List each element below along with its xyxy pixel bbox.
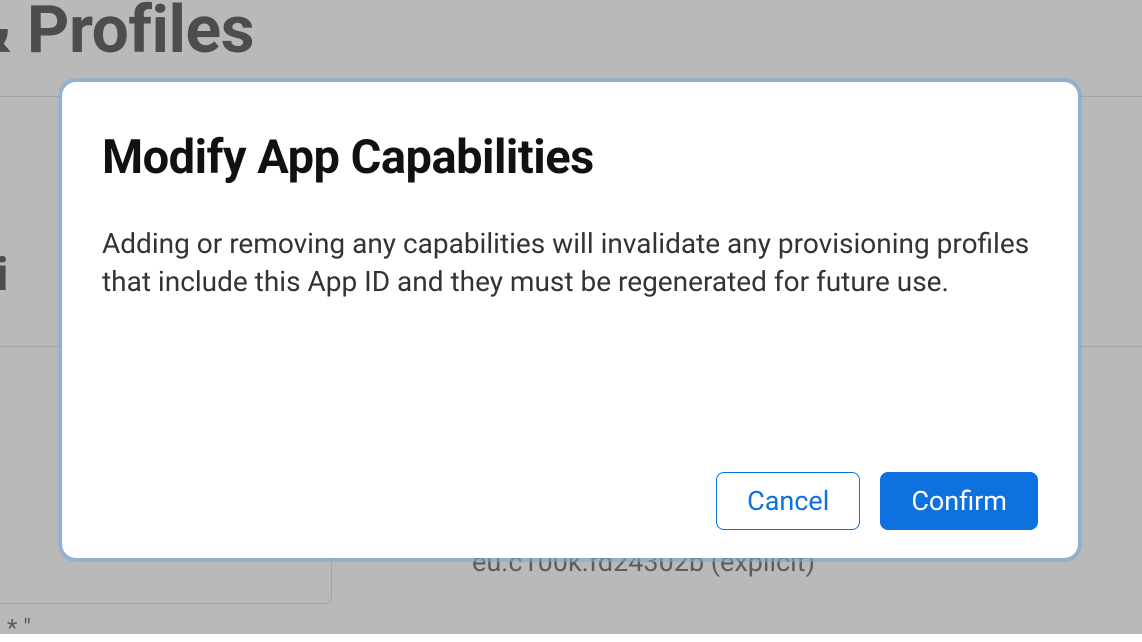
modal-title: Modify App Capabilities — [102, 130, 1038, 185]
modify-capabilities-modal: Modify App Capabilities Adding or removi… — [62, 82, 1078, 558]
modal-actions: Cancel Confirm — [102, 472, 1038, 530]
cancel-button[interactable]: Cancel — [716, 472, 860, 530]
confirm-button[interactable]: Confirm — [880, 472, 1038, 530]
modal-body-text: Adding or removing any capabilities will… — [102, 225, 1038, 472]
